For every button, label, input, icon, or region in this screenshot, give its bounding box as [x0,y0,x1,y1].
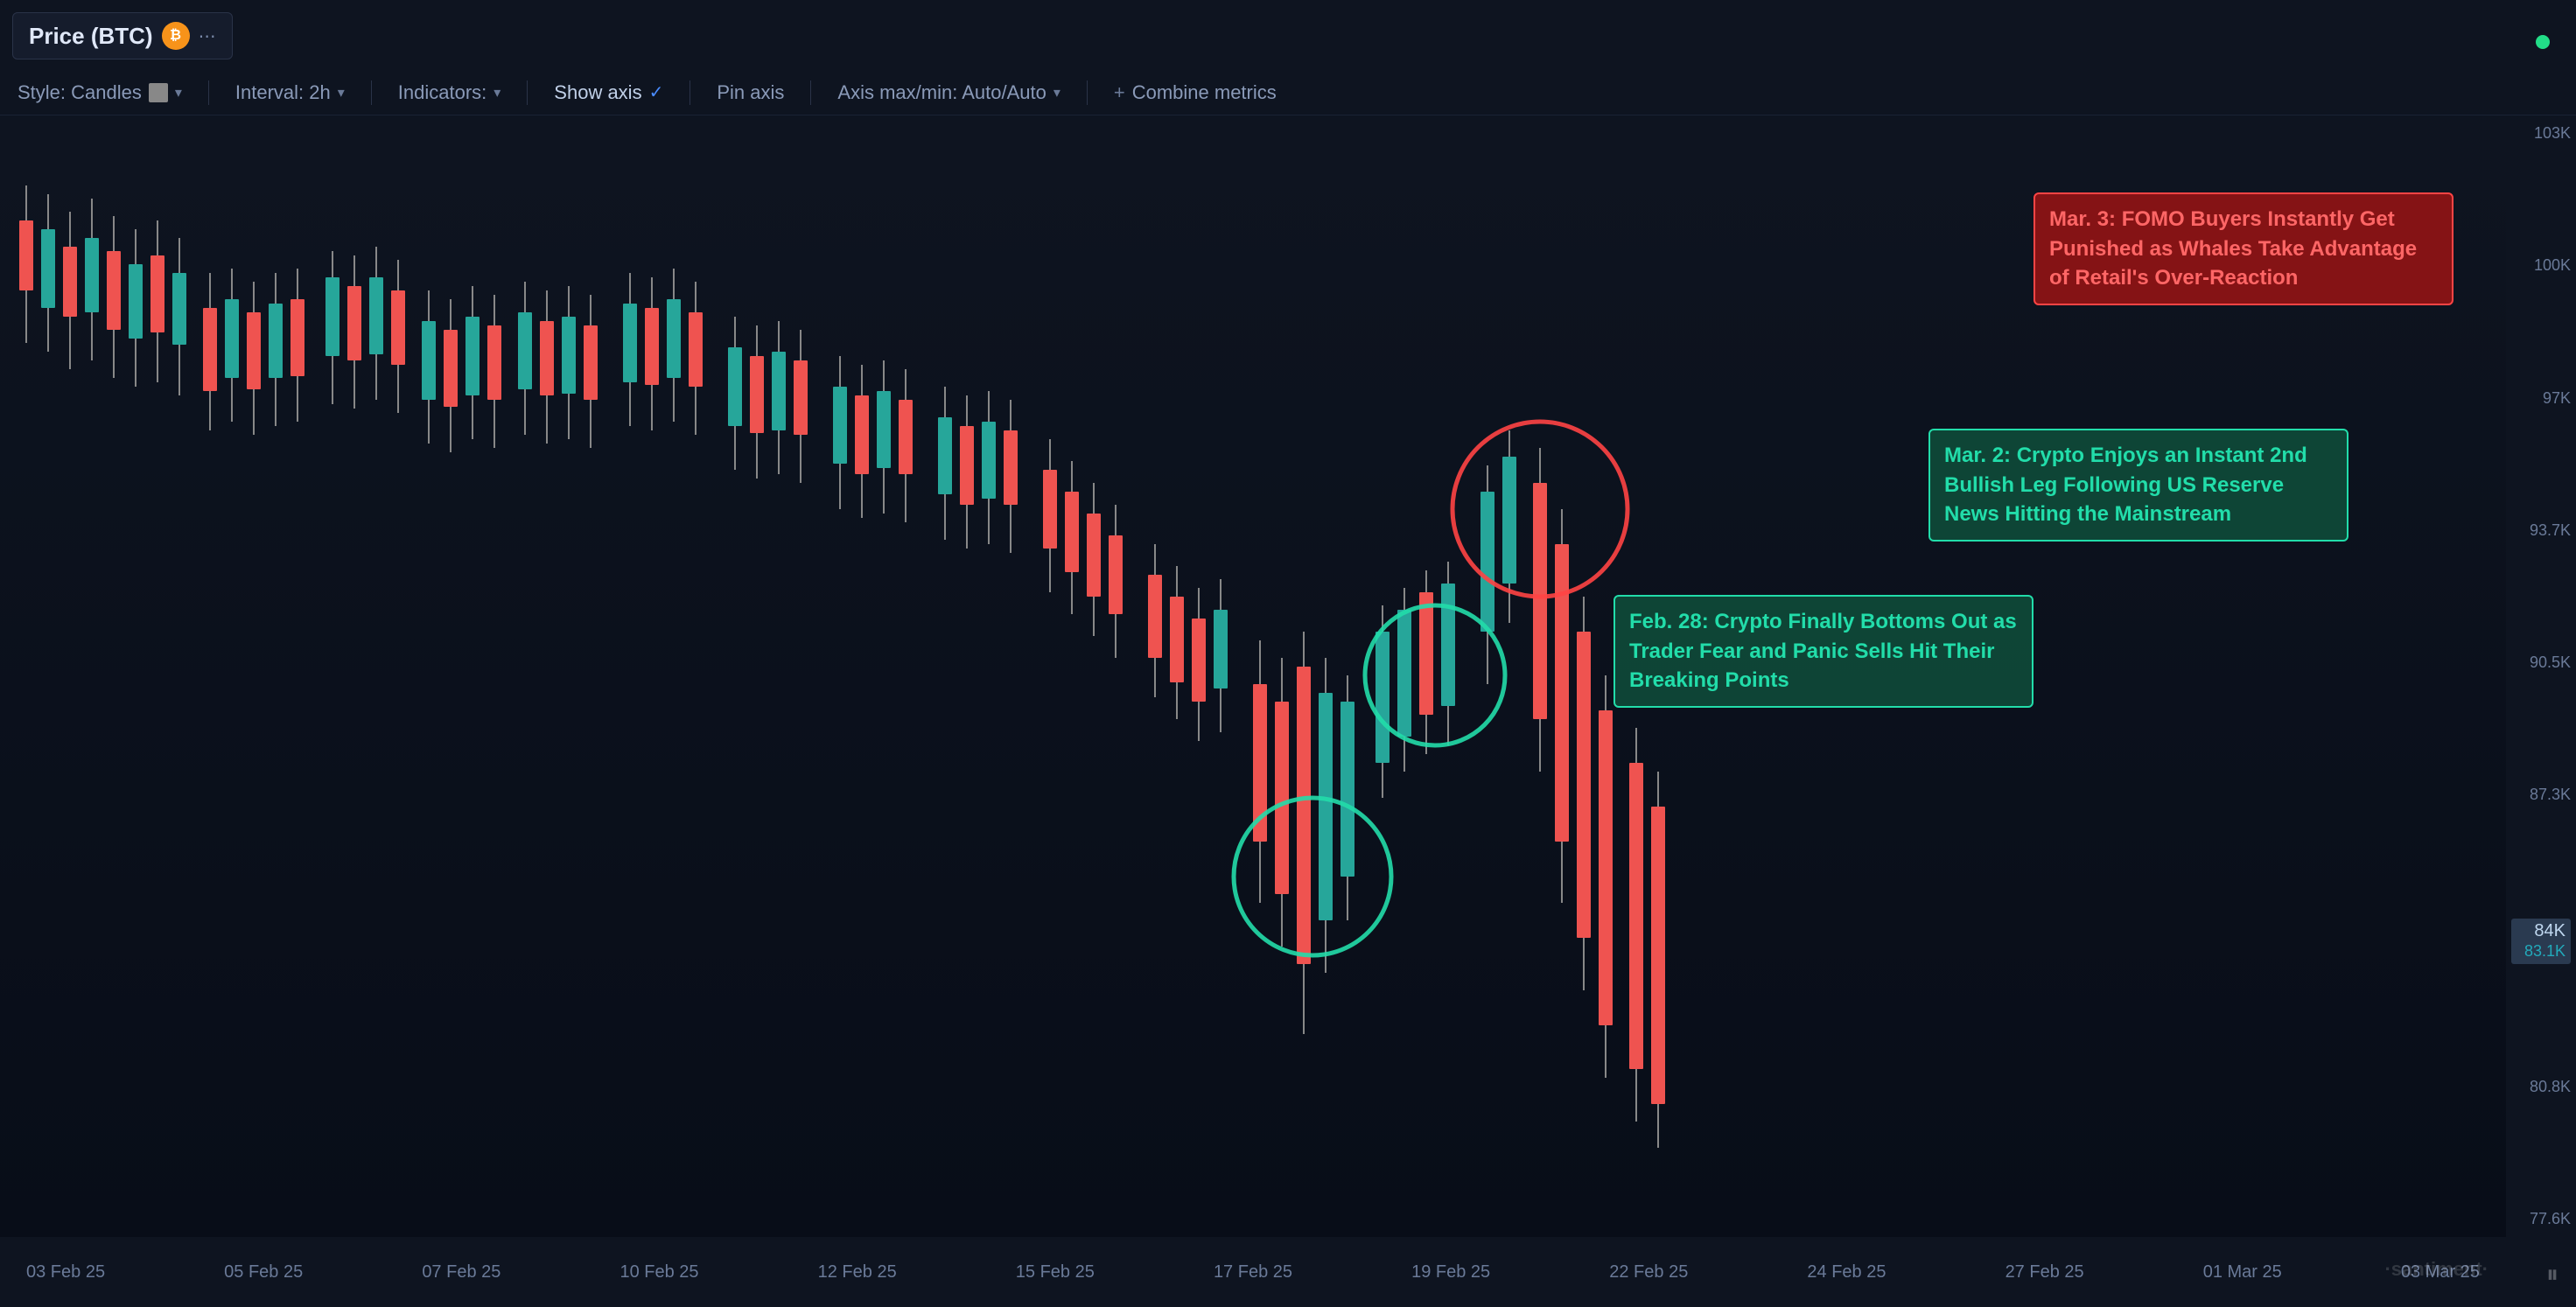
chart-toolbar: Style: Candles ▾ Interval: 2h ▾ Indicato… [0,70,2576,115]
x-label-feb27: 27 Feb 25 [2006,1262,2084,1283]
indicators-selector[interactable]: Indicators: ▾ [398,81,501,104]
online-indicator [2536,35,2550,49]
y-axis-905k: 90.5K [2511,654,2571,672]
metric-label[interactable]: Price (BTC) ₿ ⋯ [12,12,233,59]
y-axis-84k-current: 84K83.1K [2511,919,2571,964]
x-axis: 03 Feb 25 05 Feb 25 07 Feb 25 10 Feb 25 … [0,1237,2506,1307]
y-axis-103k: 103K [2511,124,2571,143]
btc-badge: ₿ [162,22,190,50]
axis-maxmin-chevron: ▾ [1054,84,1060,101]
interval-chevron: ▾ [338,84,345,101]
show-axis-label: Show axis [554,81,641,104]
toolbar-sep-1 [208,80,209,105]
indicators-label: Indicators: [398,81,487,104]
show-axis-toggle[interactable]: Show axis ✓ [554,81,663,104]
y-axis-808k: 80.8K [2511,1078,2571,1096]
y-axis-97k: 97K [2511,389,2571,408]
toolbar-sep-2 [371,80,372,105]
x-label-feb12: 12 Feb 25 [818,1262,897,1283]
santiment-watermark-bottom: ·santiment· [2384,1258,2488,1281]
color-swatch[interactable] [149,83,168,102]
style-chevron: ▾ [175,84,182,101]
x-label-feb07: 07 Feb 25 [422,1262,500,1283]
y-axis: 103K 100K 97K 93.7K 90.5K 87.3K 84K83.1K… [2506,115,2576,1237]
interval-selector[interactable]: Interval: 2h ▾ [235,81,345,104]
x-label-feb17: 17 Feb 25 [1214,1262,1292,1283]
x-label-feb15: 15 Feb 25 [1016,1262,1095,1283]
chart-container: Price (BTC) ₿ ⋯ Style: Candles ▾ Interva… [0,0,2576,1307]
y-axis-776k: 77.6K [2511,1210,2571,1228]
metric-label-text: Price (BTC) [29,23,153,50]
toolbar-sep-6 [1087,80,1088,105]
candlestick-chart [0,115,2506,1237]
indicators-chevron: ▾ [494,84,500,101]
x-label-feb03: 03 Feb 25 [26,1262,105,1283]
x-label-feb22: 22 Feb 25 [1609,1262,1688,1283]
axis-maxmin-selector[interactable]: Axis max/min: Auto/Auto ▾ [837,81,1060,104]
axis-maxmin-label: Axis max/min: Auto/Auto [837,81,1046,104]
toolbar-sep-3 [527,80,528,105]
x-label-mar01: 01 Mar 25 [2203,1262,2282,1283]
y-axis-873k: 87.3K [2511,786,2571,804]
style-selector[interactable]: Style: Candles ▾ [18,81,182,104]
y-axis-100k: 100K [2511,256,2571,275]
show-axis-check: ✓ [649,81,664,103]
metric-menu-button[interactable]: ⋯ [199,25,216,47]
interval-label: Interval: 2h [235,81,331,104]
x-label-feb05: 05 Feb 25 [224,1262,303,1283]
combine-metrics-label: Combine metrics [1132,81,1277,104]
x-label-feb19: 19 Feb 25 [1411,1262,1490,1283]
x-label-feb10: 10 Feb 25 [620,1262,698,1283]
y-axis-937k: 93.7K [2511,521,2571,540]
toolbar-sep-5 [810,80,811,105]
pause-button[interactable]: ⏸ [2546,1261,2558,1290]
combine-plus-icon: + [1114,81,1125,104]
style-label: Style: Candles [18,81,142,104]
x-label-feb24: 24 Feb 25 [1807,1262,1886,1283]
combine-metrics-button[interactable]: + Combine metrics [1114,81,1277,104]
pin-axis-label: Pin axis [717,81,784,104]
pin-axis-toggle[interactable]: Pin axis [717,81,784,104]
